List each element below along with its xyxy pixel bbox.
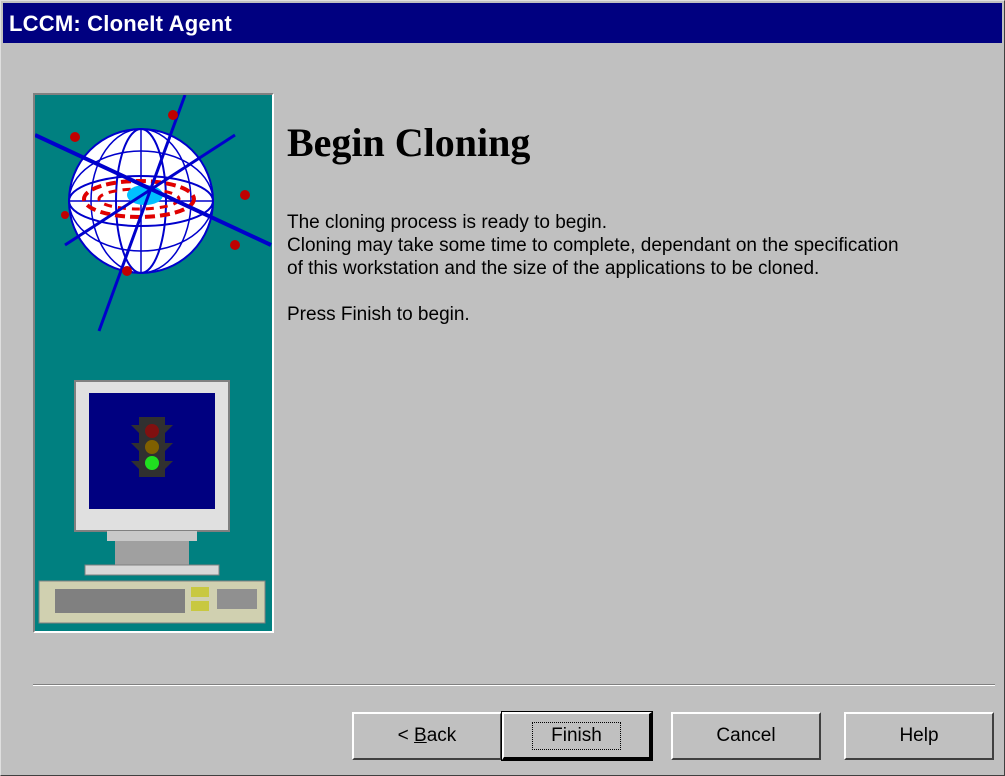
description-text: The cloning process is ready to begin. C… xyxy=(287,211,987,326)
wizard-side-image xyxy=(33,93,274,633)
page-title: Begin Cloning xyxy=(287,120,531,165)
button-separator xyxy=(33,684,995,686)
finish-button[interactable]: Finish xyxy=(501,711,653,761)
title-bar[interactable]: LCCM: CloneIt Agent xyxy=(3,3,1002,43)
window-title: LCCM: CloneIt Agent xyxy=(9,11,232,36)
globe-icon xyxy=(35,95,272,332)
instruction-text: Press Finish to begin. xyxy=(287,304,470,325)
help-button[interactable]: Help xyxy=(844,712,994,760)
back-arrow-label: < xyxy=(397,725,415,746)
back-label: ack xyxy=(426,725,457,746)
description-line: The cloning process is ready to begin. xyxy=(287,212,608,233)
back-button[interactable]: < Back xyxy=(352,712,502,760)
cancel-button[interactable]: Cancel xyxy=(671,712,821,760)
description-line: Cloning may take some time to complete, … xyxy=(287,235,899,256)
cancel-label: Cancel xyxy=(716,725,776,746)
back-mnemonic: B xyxy=(414,725,427,746)
description-line: of this workstation and the size of the … xyxy=(287,258,820,279)
help-label: Help xyxy=(899,725,939,746)
finish-label: Finish xyxy=(532,721,621,750)
wizard-window: LCCM: CloneIt Agent Begin Cloning The cl… xyxy=(0,0,1005,776)
globe-computer-illustration xyxy=(35,95,272,624)
